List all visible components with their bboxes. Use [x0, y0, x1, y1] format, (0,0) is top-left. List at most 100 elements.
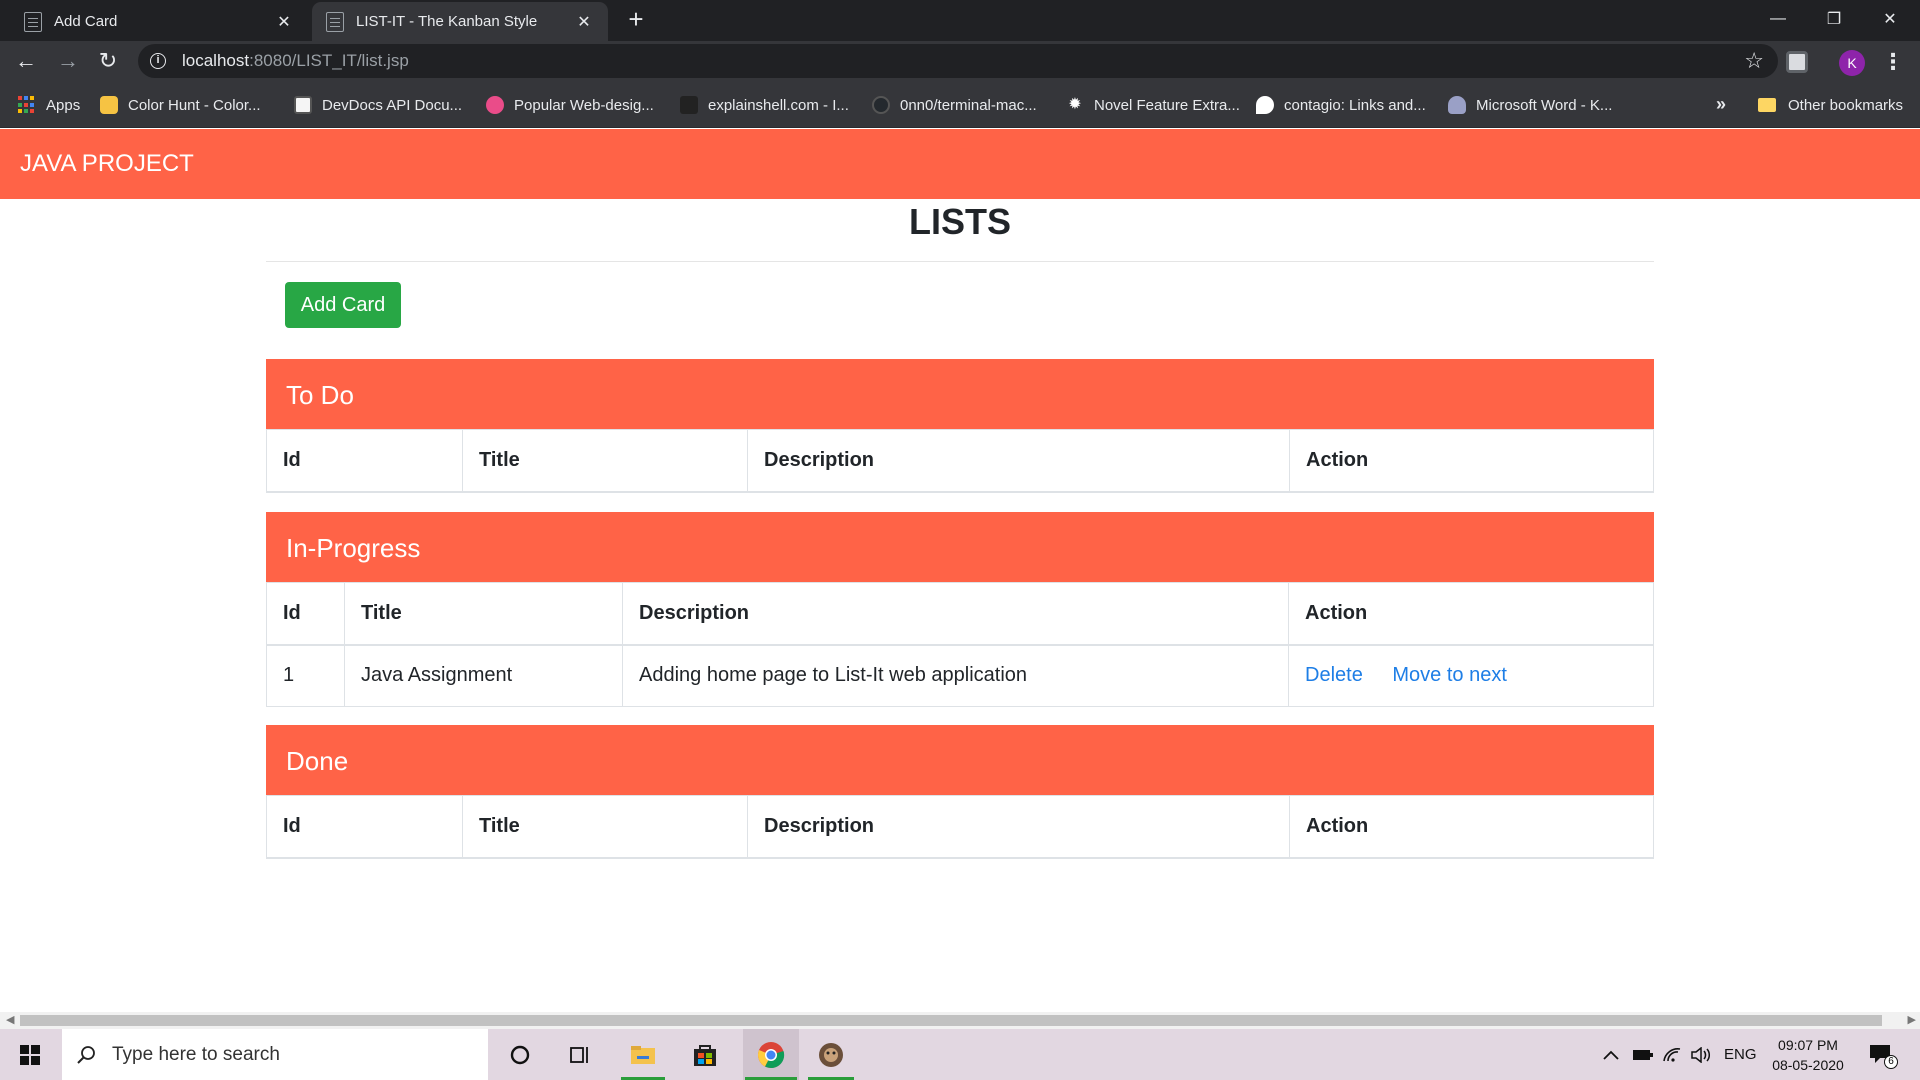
- column-header-id: Id: [266, 429, 463, 493]
- horizontal-scrollbar[interactable]: ◀ ▶: [0, 1012, 1920, 1029]
- cell-action: Delete Move to next: [1288, 644, 1654, 707]
- menu-kebab-icon[interactable]: ⋮: [1882, 49, 1904, 75]
- column-header-action: Action: [1289, 429, 1654, 493]
- folder-icon: [1758, 98, 1776, 112]
- todo-table: Id Title Description Action: [266, 429, 1654, 493]
- bookmark-star-icon[interactable]: ☆: [1744, 48, 1764, 74]
- url-text: localhost:8080/LIST_IT/list.jsp: [182, 51, 409, 70]
- bookmark-novel-feature[interactable]: ✹ Novel Feature Extra...: [1066, 94, 1240, 116]
- github-icon: [872, 96, 890, 114]
- cell-id: 1: [266, 644, 345, 707]
- table-row: 1 Java Assignment Adding home page to Li…: [266, 644, 1654, 707]
- language-indicator[interactable]: ENG: [1724, 1029, 1757, 1080]
- chrome-icon[interactable]: [743, 1029, 799, 1080]
- store-icon[interactable]: [681, 1029, 729, 1080]
- tab-list-it[interactable]: LIST-IT - The Kanban Style ✕: [312, 2, 608, 41]
- table-header-row: Id Title Description Action: [266, 795, 1654, 859]
- column-header-id: Id: [266, 582, 345, 646]
- task-view-icon[interactable]: [556, 1029, 604, 1080]
- color-hunt-icon: [100, 96, 118, 114]
- bookmark-contagio[interactable]: contagio: Links and...: [1256, 94, 1426, 116]
- close-icon[interactable]: ✕: [574, 12, 594, 32]
- volume-icon[interactable]: [1690, 1029, 1712, 1080]
- board-in-progress: In-Progress Id Title Description Action …: [266, 512, 1654, 707]
- done-table: Id Title Description Action: [266, 795, 1654, 859]
- window-close-icon[interactable]: ✕: [1862, 0, 1918, 38]
- back-arrow-icon[interactable]: ←: [10, 45, 42, 77]
- windows-taskbar: Type here to search ENG 09:07 PM 08-05-2…: [0, 1029, 1920, 1080]
- divider: [266, 261, 1654, 262]
- extension-icon[interactable]: [1786, 51, 1808, 73]
- cortana-icon[interactable]: [496, 1029, 544, 1080]
- bookmark-github[interactable]: 0nn0/terminal-mac...: [872, 94, 1037, 116]
- notification-count: 6: [1884, 1055, 1898, 1069]
- profile-avatar[interactable]: K: [1839, 50, 1865, 76]
- app-navbar: JAVA PROJECT: [0, 129, 1920, 199]
- contagio-icon: [1256, 96, 1274, 114]
- cell-title: Java Assignment: [344, 644, 623, 707]
- windows-start-icon[interactable]: [20, 1045, 40, 1065]
- forward-arrow-icon[interactable]: →: [52, 45, 84, 77]
- address-bar[interactable]: i localhost:8080/LIST_IT/list.jsp ☆: [138, 44, 1778, 78]
- reload-icon[interactable]: ↻: [92, 45, 124, 77]
- brand-link[interactable]: JAVA PROJECT: [20, 150, 194, 178]
- board-title: In-Progress: [266, 512, 1654, 582]
- app-icon[interactable]: [806, 1029, 856, 1080]
- scroll-right-icon[interactable]: ▶: [1908, 1013, 1916, 1026]
- board-title: To Do: [266, 359, 1654, 429]
- scroll-left-icon[interactable]: ◀: [6, 1013, 14, 1026]
- explainshell-icon: [680, 96, 698, 114]
- delete-link[interactable]: Delete: [1305, 664, 1363, 686]
- bookmark-color-hunt[interactable]: Color Hunt - Color...: [100, 94, 261, 116]
- table-header-row: Id Title Description Action: [266, 582, 1654, 646]
- minimize-icon[interactable]: —: [1750, 0, 1806, 38]
- add-card-button[interactable]: Add Card: [285, 282, 401, 328]
- bookmark-dribbble[interactable]: Popular Web-desig...: [486, 94, 654, 116]
- dribbble-icon: [486, 96, 504, 114]
- new-tab-icon[interactable]: +: [622, 6, 650, 34]
- table-header-row: Id Title Description Action: [266, 429, 1654, 493]
- wifi-icon[interactable]: [1662, 1029, 1682, 1080]
- column-header-id: Id: [266, 795, 463, 859]
- move-to-next-link[interactable]: Move to next: [1392, 664, 1507, 686]
- file-explorer-icon[interactable]: [619, 1029, 667, 1080]
- bookmark-apps[interactable]: Apps: [18, 94, 80, 116]
- browser-tab-bar: Add Card ✕ LIST-IT - The Kanban Style ✕ …: [0, 0, 1920, 41]
- tab-title: LIST-IT - The Kanban Style: [356, 13, 538, 30]
- page-title: LISTS: [908, 201, 1011, 242]
- close-icon[interactable]: ✕: [274, 12, 294, 32]
- in-progress-table: Id Title Description Action 1 Java Assig…: [266, 582, 1654, 707]
- column-header-title: Title: [344, 582, 623, 646]
- column-header-description: Description: [747, 795, 1290, 859]
- taskbar-search[interactable]: Type here to search: [62, 1029, 488, 1080]
- browser-toolbar: ← → ↻ i localhost:8080/LIST_IT/list.jsp …: [0, 41, 1920, 82]
- tab-title: Add Card: [54, 13, 118, 30]
- board-title: Done: [266, 725, 1654, 795]
- restore-icon[interactable]: ❐: [1806, 0, 1862, 38]
- more-bookmarks-chevron[interactable]: »: [1716, 94, 1726, 115]
- search-icon: [77, 1045, 95, 1064]
- board-todo: To Do Id Title Description Action: [266, 359, 1654, 493]
- gear-icon: ✹: [1068, 96, 1082, 113]
- clock-date: 08-05-2020: [1772, 1057, 1844, 1073]
- column-header-action: Action: [1289, 795, 1654, 859]
- apps-grid-icon: [18, 96, 36, 114]
- bookmarks-bar: Apps Color Hunt - Color... DevDocs API D…: [0, 82, 1920, 128]
- bookmark-devdocs[interactable]: DevDocs API Docu...: [294, 94, 462, 116]
- board-done: Done Id Title Description Action: [266, 725, 1654, 859]
- clock[interactable]: 09:07 PM 08-05-2020: [1766, 1035, 1850, 1075]
- column-header-title: Title: [462, 429, 748, 493]
- tab-add-card[interactable]: Add Card ✕: [10, 2, 308, 41]
- tray-chevron-icon[interactable]: [1602, 1029, 1620, 1080]
- scrollbar-thumb[interactable]: [20, 1015, 1882, 1026]
- info-icon[interactable]: i: [150, 53, 166, 69]
- notification-icon[interactable]: 6: [1868, 1043, 1898, 1069]
- clock-time: 09:07 PM: [1778, 1037, 1838, 1053]
- bookmark-microsoft-word[interactable]: Microsoft Word - K...: [1448, 94, 1612, 116]
- battery-icon[interactable]: [1632, 1029, 1654, 1080]
- search-placeholder: Type here to search: [112, 1043, 280, 1065]
- bookmark-explainshell[interactable]: explainshell.com - I...: [680, 94, 849, 116]
- column-header-description: Description: [622, 582, 1289, 646]
- page-icon: [326, 11, 344, 32]
- other-bookmarks[interactable]: Other bookmarks: [1758, 94, 1903, 116]
